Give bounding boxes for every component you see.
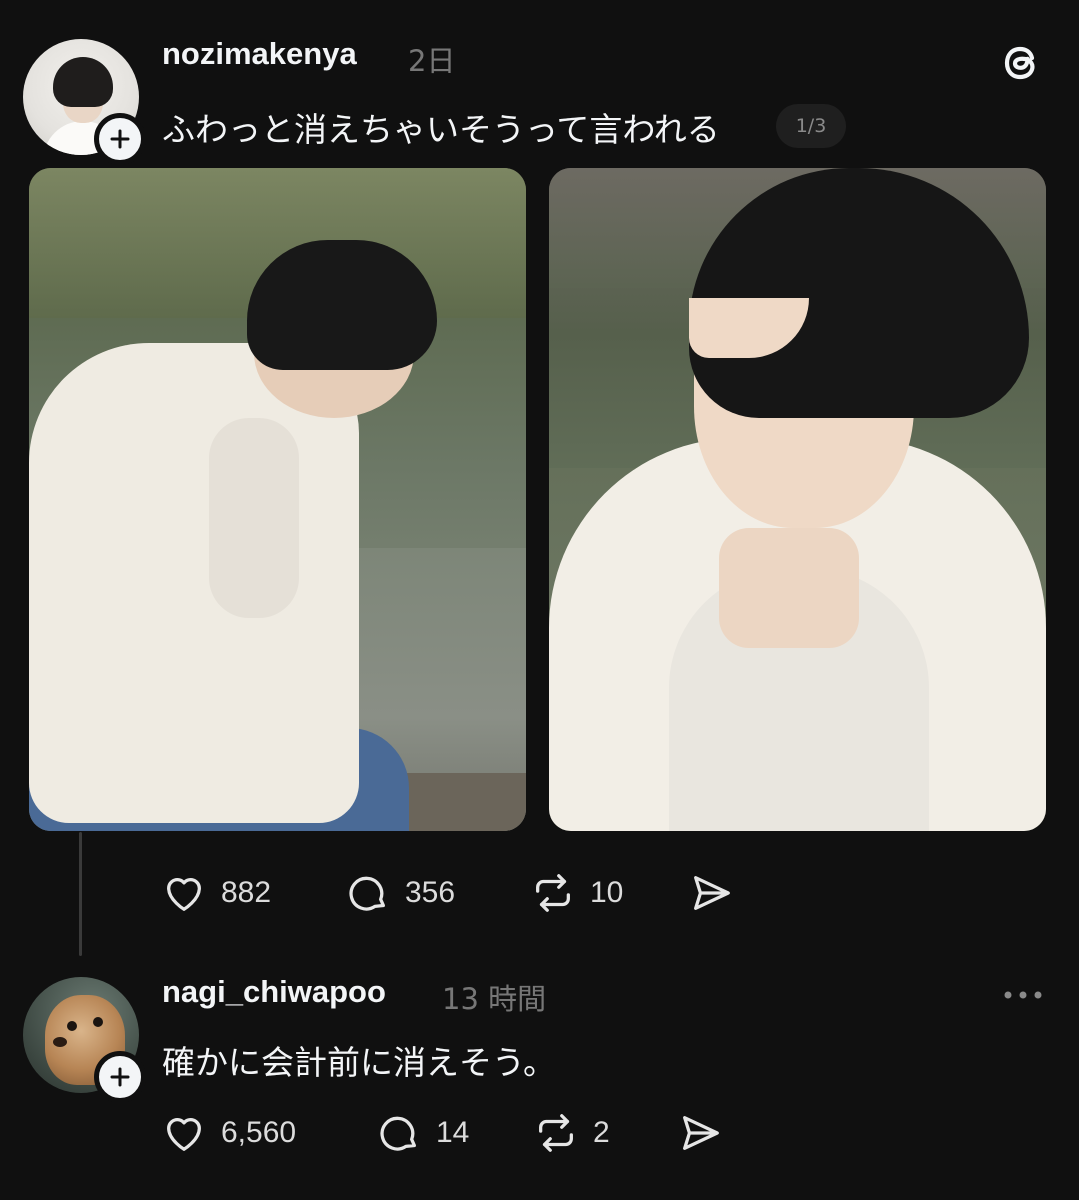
- send-icon: [694, 876, 730, 910]
- thread-connector-line: [79, 832, 82, 956]
- reply-repost-count: 2: [593, 1116, 610, 1149]
- post-text: ふわっと消えちゃいそうって言われる: [162, 110, 720, 149]
- follow-button[interactable]: [94, 113, 146, 165]
- post-image-1[interactable]: [29, 168, 526, 831]
- image-page-indicator: 1/3: [776, 104, 846, 148]
- reply-like-count: 6,560: [221, 1116, 297, 1149]
- heart-icon: [167, 1118, 201, 1151]
- send-icon: [683, 1116, 719, 1150]
- like-count: 882: [221, 876, 272, 909]
- repost-count: 10: [590, 876, 624, 909]
- plus-icon: [110, 1067, 130, 1087]
- post-timestamp: 2日: [408, 44, 456, 78]
- share-button[interactable]: [688, 870, 734, 916]
- repost-button[interactable]: 10: [530, 870, 623, 916]
- reply-username[interactable]: nagi_chiwapoo: [162, 974, 386, 1010]
- threads-logo-icon[interactable]: [996, 38, 1046, 88]
- comment-bubble-icon: [380, 1116, 416, 1151]
- comment-button[interactable]: 356: [345, 870, 455, 916]
- follow-button[interactable]: [94, 1051, 146, 1103]
- reply-like-button[interactable]: 6,560: [161, 1110, 296, 1156]
- heart-icon: [167, 878, 201, 911]
- plus-icon: [110, 129, 130, 149]
- like-button[interactable]: 882: [161, 870, 271, 916]
- post-image-2[interactable]: [549, 168, 1046, 831]
- reply-text: 確かに会計前に消えそう。: [162, 1043, 557, 1082]
- repost-icon: [539, 1114, 573, 1152]
- reply-comment-count: 14: [436, 1116, 470, 1149]
- comment-count: 356: [405, 876, 456, 909]
- post-username[interactable]: nozimakenya: [162, 36, 357, 72]
- more-dots-icon[interactable]: [1000, 980, 1046, 1010]
- repost-icon: [536, 874, 570, 912]
- reply-share-button[interactable]: [677, 1110, 723, 1156]
- reply-repost-button[interactable]: 2: [533, 1110, 610, 1156]
- reply-comment-button[interactable]: 14: [376, 1110, 469, 1156]
- reply-timestamp: 13 時間: [442, 982, 547, 1016]
- comment-bubble-icon: [349, 876, 385, 911]
